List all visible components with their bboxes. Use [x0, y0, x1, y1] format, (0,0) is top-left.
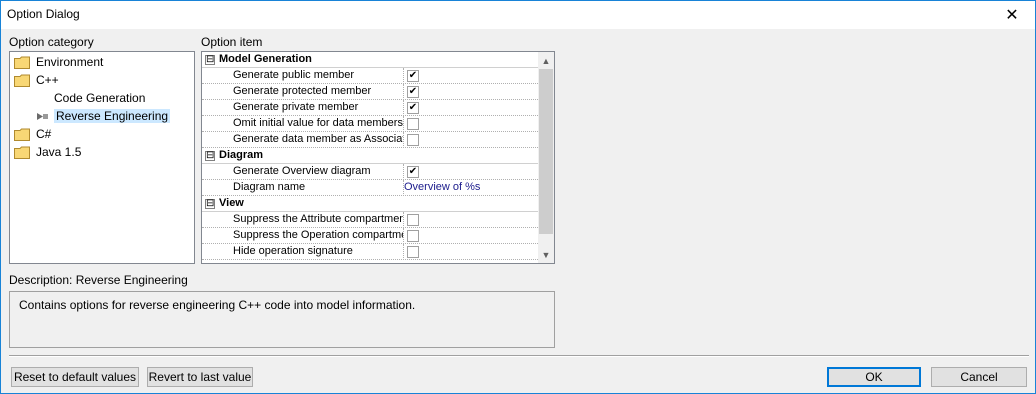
collapse-icon[interactable]: ⊟	[205, 199, 215, 209]
group-title: Model Generation	[219, 53, 312, 65]
option-checkbox[interactable]	[407, 246, 419, 258]
option-name: Generate Overview diagram	[233, 165, 371, 177]
group-header-model-generation[interactable]: ⊟ Model Generation	[202, 52, 540, 68]
option-name: Suppress the Operation compartme	[233, 229, 403, 241]
tree-item-label: Environment	[36, 55, 104, 69]
option-row[interactable]: Generate Overview diagram ✔	[202, 164, 540, 180]
collapse-icon[interactable]: ⊟	[205, 55, 215, 65]
option-checkbox[interactable]	[407, 134, 419, 146]
vertical-scrollbar[interactable]: ▲ ▼	[538, 52, 554, 263]
option-name: Hide operation signature	[233, 245, 353, 257]
group-title: Diagram	[219, 149, 264, 161]
option-name: Omit initial value for data members	[233, 117, 403, 129]
option-name: Generate protected member	[233, 85, 372, 97]
option-category-label: Option category	[9, 35, 94, 49]
tree-item-environment[interactable]: Environment	[14, 53, 105, 71]
option-name: Generate data member as Associat	[233, 133, 403, 145]
option-checkbox[interactable]	[407, 230, 419, 242]
option-row[interactable]: Generate protected member ✔	[202, 84, 540, 100]
scroll-thumb[interactable]	[539, 69, 553, 234]
diagram-name-value[interactable]: Overview of %s	[404, 181, 480, 193]
window-title: Option Dialog	[7, 7, 80, 21]
option-row[interactable]: Omit initial value for data members	[202, 116, 540, 132]
title-bar: Option Dialog ✕	[1, 1, 1035, 29]
option-checkbox[interactable]	[407, 214, 419, 226]
scroll-down-icon[interactable]: ▼	[538, 246, 554, 263]
close-button[interactable]: ✕	[989, 1, 1035, 29]
folder-icon	[14, 74, 30, 87]
option-row[interactable]: Diagram name Overview of %s	[202, 180, 540, 196]
option-checkbox[interactable]: ✔	[407, 102, 419, 114]
option-name: Generate public member	[233, 69, 355, 81]
tree-item-reverse-engineering[interactable]: Reverse Engineering	[34, 107, 171, 125]
tree-item-label: Java 1.5	[36, 145, 82, 159]
option-dialog-window: Option Dialog ✕ Option category Option i…	[0, 0, 1036, 394]
reset-defaults-button[interactable]: Reset to default values	[11, 367, 139, 387]
option-checkbox[interactable]: ✔	[407, 70, 419, 82]
description-text: Contains options for reverse engineering…	[19, 298, 416, 312]
description-box: Contains options for reverse engineering…	[9, 291, 555, 348]
ok-button[interactable]: OK	[827, 367, 921, 387]
option-row[interactable]: Generate private member ✔	[202, 100, 540, 116]
option-checkbox[interactable]	[407, 118, 419, 130]
gear-arrow-icon	[34, 110, 50, 123]
tree-item-label: C++	[36, 73, 59, 87]
tree-item-label: C#	[36, 127, 52, 141]
option-name: Generate private member	[233, 101, 359, 113]
tree-item-label: Code Generation	[54, 91, 146, 105]
tree-item-csharp[interactable]: C#	[14, 125, 53, 143]
folder-icon	[14, 56, 30, 69]
option-checkbox[interactable]: ✔	[407, 166, 419, 178]
option-name: Suppress the Attribute compartmen	[233, 213, 403, 225]
option-name: Diagram name	[233, 181, 306, 193]
group-header-view[interactable]: ⊟ View	[202, 196, 540, 212]
option-row[interactable]: Generate public member ✔	[202, 68, 540, 84]
folder-icon	[14, 128, 30, 141]
option-row[interactable]: Suppress the Attribute compartmen	[202, 212, 540, 228]
option-item-grid[interactable]: ⊟ Model Generation Generate public membe…	[201, 51, 555, 264]
scroll-up-icon[interactable]: ▲	[538, 52, 554, 69]
collapse-icon[interactable]: ⊟	[205, 151, 215, 161]
folder-icon	[14, 146, 30, 159]
tree-item-java[interactable]: Java 1.5	[14, 143, 83, 161]
group-title: View	[219, 197, 244, 209]
revert-last-value-button[interactable]: Revert to last value	[147, 367, 253, 387]
divider	[9, 355, 1029, 357]
option-checkbox[interactable]: ✔	[407, 86, 419, 98]
group-header-diagram[interactable]: ⊟ Diagram	[202, 148, 540, 164]
option-item-label: Option item	[201, 35, 263, 49]
option-row[interactable]: Hide operation signature	[202, 244, 540, 260]
tree-item-cpp[interactable]: C++	[14, 71, 61, 89]
tree-item-label: Reverse Engineering	[54, 109, 171, 123]
description-label: Description: Reverse Engineering	[9, 273, 188, 287]
option-category-tree[interactable]: Environment C++ Code Generation Reverse …	[9, 51, 195, 264]
option-row[interactable]: Suppress the Operation compartme	[202, 228, 540, 244]
tree-item-code-generation[interactable]: Code Generation	[52, 89, 147, 107]
option-row[interactable]: Generate data member as Associat	[202, 132, 540, 148]
cancel-button[interactable]: Cancel	[931, 367, 1027, 387]
